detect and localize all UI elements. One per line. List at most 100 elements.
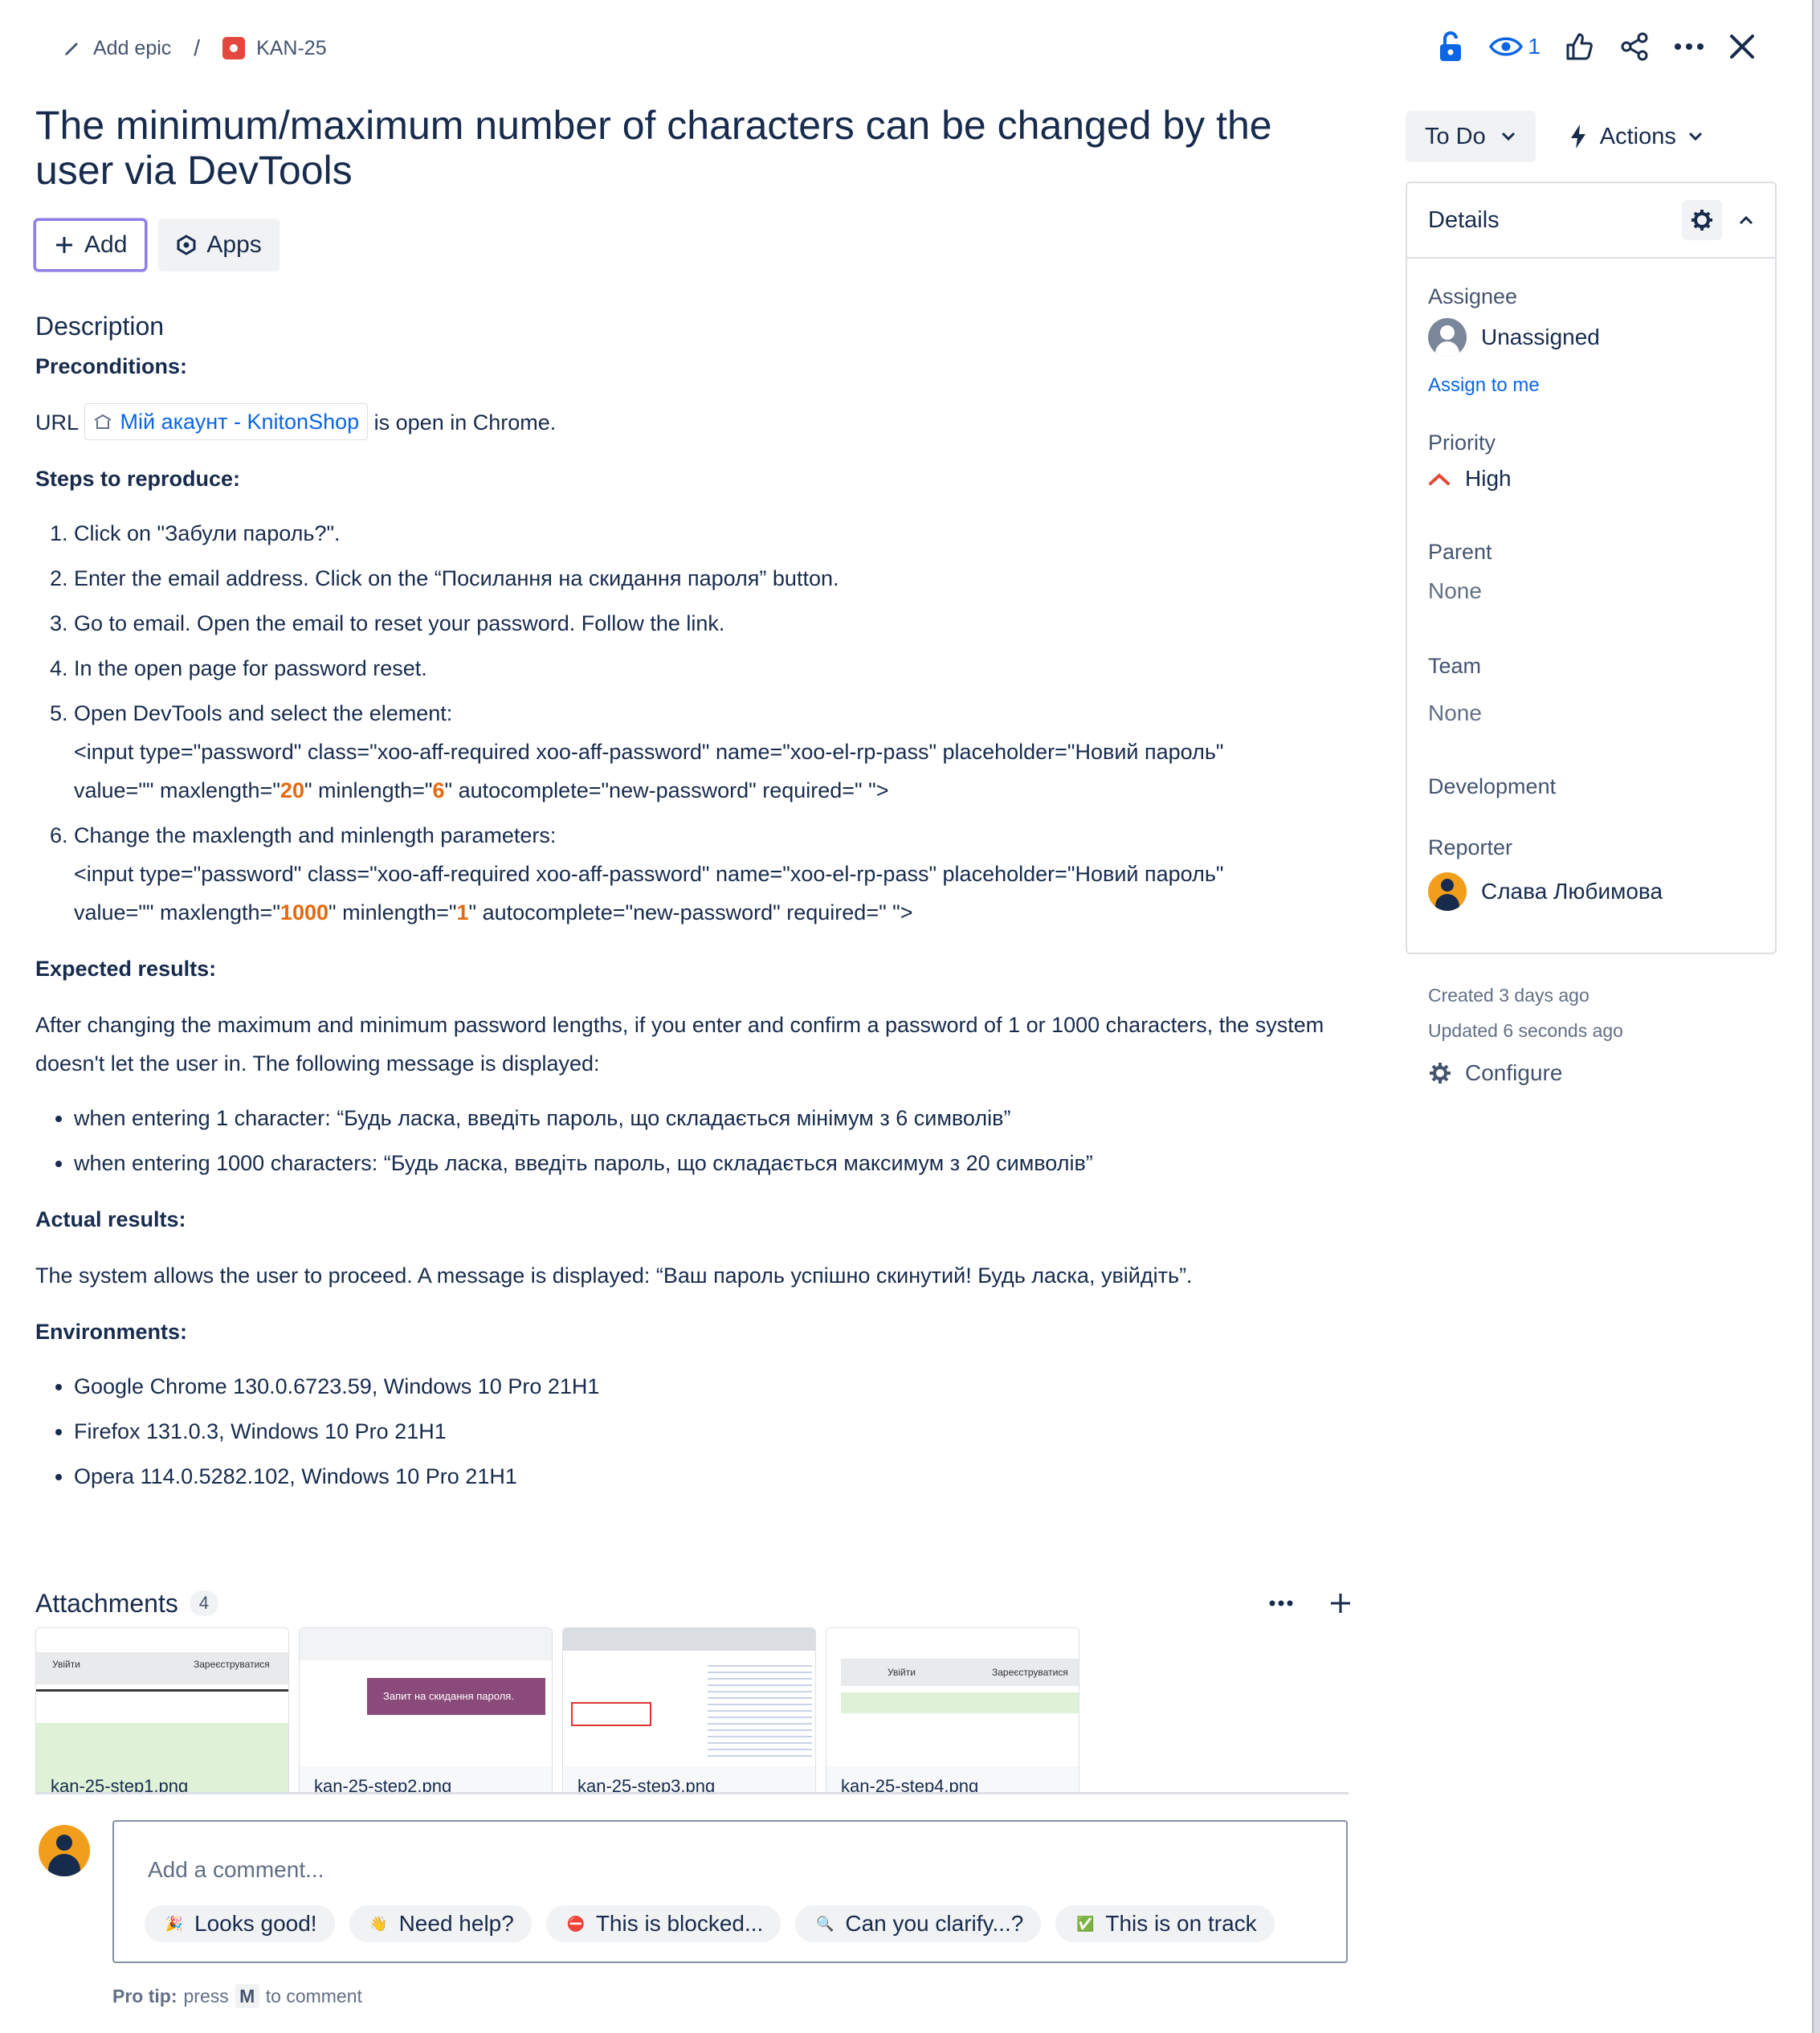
unassigned-avatar-icon [1428,318,1467,357]
quick-replies: 🎉 Looks good! 👋 Need help? ⛔ This is blocke… [145,1905,1275,1942]
vote-button[interactable] [1565,31,1595,62]
add-epic-link[interactable]: Add epic [63,37,171,60]
expected-item: when entering 1 character: “Будь ласка, … [74,1099,1353,1137]
preview-text: Зареєструватися [992,1667,1068,1678]
quick-reply-looks-good[interactable]: 🎉 Looks good! [145,1905,335,1942]
status-dropdown[interactable]: To Do [1406,111,1536,162]
quick-reply-clarify[interactable]: 🔍 Can you clarify...? [795,1905,1042,1942]
close-button[interactable] [1728,33,1756,60]
attachment-preview: Увійти Зареєструватися [36,1628,288,1792]
no-entry-icon: ⛔ [566,1915,586,1932]
issue-key-link[interactable]: KAN-25 [222,37,327,60]
environments-list: Google Chrome 130.0.6723.59, Windows 10 … [35,1367,1353,1496]
restrictions-button[interactable] [1436,31,1465,63]
parent-label: Parent [1428,540,1492,564]
team-field[interactable]: None [1428,700,1482,726]
chevron-up-icon[interactable] [1738,214,1754,226]
add-button[interactable]: Add [34,218,148,271]
quick-reply-label: This is blocked... [595,1911,764,1936]
assignee-value: Unassigned [1481,325,1600,349]
created-timestamp: Created 3 days ago [1428,985,1589,1006]
wave-icon: 👋 [369,1915,388,1932]
quick-reply-label: This is on track [1105,1911,1257,1936]
actual-label: Actual results: [35,1207,186,1231]
attachment-preview: Запит на скидання пароля. [300,1628,552,1766]
environment-item: Firefox 131.0.3, Windows 10 Pro 21H1 [74,1412,1353,1451]
more-actions-button[interactable] [1674,42,1704,51]
actual-text: The system allows the user to proceed. A… [35,1263,1193,1288]
reporter-field[interactable]: Слава Любимова [1428,872,1663,911]
quick-reply-label: Need help? [398,1911,514,1936]
quick-reply-label: Can you clarify...? [845,1911,1024,1936]
code-snippet-after: <input type="password" class="xoo-aff-re… [74,862,1224,886]
updated-timestamp: Updated 6 seconds ago [1428,1020,1623,1041]
more-icon[interactable] [1269,1599,1293,1607]
quick-reply-blocked[interactable]: ⛔ This is blocked... [545,1905,781,1942]
gear-icon [1691,210,1712,231]
details-header[interactable]: Details [1407,183,1775,259]
add-button-label: Add [84,231,128,258]
issue-title[interactable]: The minimum/maximum number of characters… [35,103,1353,193]
eye-icon [1489,37,1524,56]
environments-label: Environments: [35,1320,188,1344]
share-icon [1621,32,1648,61]
watch-button[interactable]: 1 [1489,34,1540,59]
share-button[interactable] [1619,31,1650,62]
quick-reply-on-track[interactable]: ✅ This is on track [1055,1905,1275,1942]
quick-reply-need-help[interactable]: 👋 Need help? [349,1905,532,1942]
status-row: To Do Actions [1406,111,1716,162]
step-item: Click on "Забули пароль?". [74,514,1353,553]
attachment-thumbnail[interactable]: Запит на скидання пароля. kan-25-step2.p… [299,1627,553,1792]
step-item: Open DevTools and select the element: <i… [74,694,1353,810]
environment-item: Opera 114.0.5282.102, Windows 10 Pro 21H… [74,1457,1353,1496]
details-settings-button[interactable] [1682,200,1722,240]
keyboard-key: M [235,1984,259,2008]
minlength-value: 6 [432,778,445,802]
url-smart-link[interactable]: Мій акаунт - KnitonShop [84,403,369,440]
attachment-thumbnail[interactable]: Увійти Зареєструватися kan-25-step4.png [826,1627,1079,1792]
priority-high-icon [1429,473,1450,485]
assign-to-me-link[interactable]: Assign to me [1428,374,1540,397]
minlength-value: 1 [456,900,469,925]
step-item: In the open page for password reset. [74,649,1353,688]
attachment-preview [563,1628,815,1766]
assignee-field[interactable]: Unassigned [1428,318,1600,357]
environment-item: Google Chrome 130.0.6723.59, Windows 10 … [74,1367,1353,1406]
priority-value: High [1465,466,1512,491]
url-suffix: is open in Chrome. [373,410,557,435]
comment-editor[interactable]: Add a comment... 🎉 Looks good! 👋 Need help… [112,1820,1348,1963]
details-panel: Details Assignee Unassigned Assign to me… [1406,182,1777,954]
thumbs-up-icon [1566,33,1593,60]
window-edge [1812,0,1820,2033]
add-attachment-icon[interactable] [1328,1591,1353,1615]
apps-button-label: Apps [206,231,262,258]
url-prefix: URL [35,410,79,435]
attachments-count: 4 [189,1590,218,1616]
close-icon [1730,35,1754,59]
attachment-preview: Увійти Зареєструватися [826,1628,1079,1766]
reporter-label: Reporter [1428,835,1513,859]
current-user-avatar [39,1825,90,1876]
comment-input[interactable]: Add a comment... [148,1857,324,1883]
attachment-filename: kan-25-step3.png [577,1776,716,1794]
issue-toolbar: 1 [1436,24,1756,69]
plus-icon [56,237,72,253]
breadcrumb-separator: / [194,35,201,60]
attachment-filename: kan-25-step1.png [51,1776,189,1794]
parent-field[interactable]: None [1428,578,1482,604]
attachments-header: Attachments 4 [35,1582,1353,1624]
apps-button[interactable]: Apps [158,218,280,271]
description-section[interactable]: Description Preconditions: URL Мій акаун… [35,307,1353,1502]
configure-button[interactable]: Configure [1428,1060,1562,1086]
chevron-down-icon [1688,132,1702,141]
priority-field[interactable]: High [1428,466,1512,492]
pencil-icon [65,43,78,55]
actions-dropdown[interactable]: Actions [1555,111,1716,162]
configure-label: Configure [1465,1060,1563,1085]
development-label: Development [1428,774,1557,798]
attachment-thumbnail[interactable]: Увійти Зареєструватися kan-25-step1.png [35,1627,289,1794]
attachment-thumbnail[interactable]: kan-25-step3.png [562,1627,816,1794]
assignee-label: Assignee [1428,284,1518,308]
code-snippet-after-attrs: value="" maxlength="1000" minlength="1" … [74,900,913,925]
url-link-text: Мій акаунт - KnitonShop [120,410,360,434]
